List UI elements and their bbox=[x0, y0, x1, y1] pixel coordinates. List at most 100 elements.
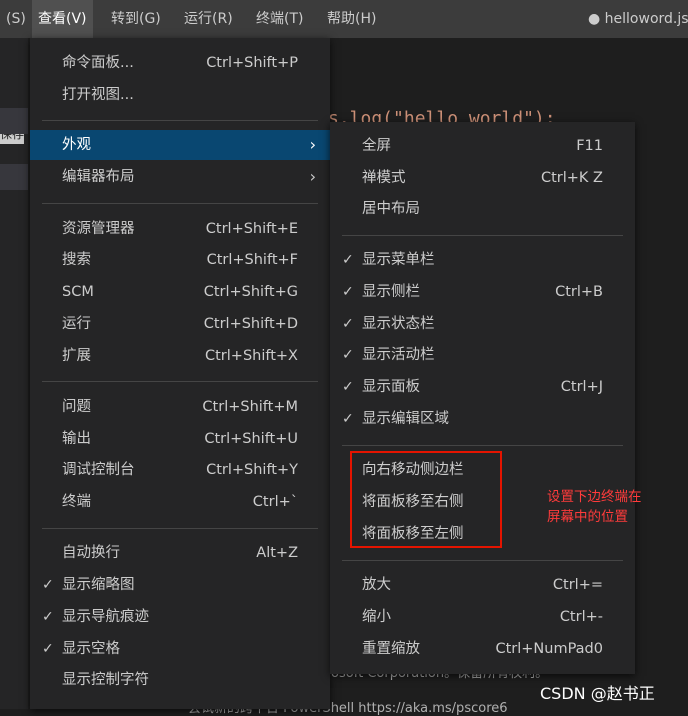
menu-item-label: 资源管理器 bbox=[62, 221, 135, 237]
menu-terminal[interactable]: 终端(T) bbox=[250, 0, 309, 38]
menu-item-label: 显示菜单栏 bbox=[362, 252, 435, 268]
menu-item-shortcut: Ctrl+` bbox=[252, 494, 298, 510]
window-title: ● helloword.js - bbox=[588, 11, 688, 27]
menu-item-explorer[interactable]: 资源管理器 Ctrl+Shift+E bbox=[30, 214, 330, 244]
check-icon: ✓ bbox=[342, 316, 354, 332]
menu-separator bbox=[42, 528, 318, 529]
menu-item-shortcut: Ctrl+Shift+E bbox=[205, 221, 298, 237]
menu-item-shortcut: Alt+Z bbox=[256, 545, 298, 561]
menu-item-render-control-characters[interactable]: 显示控制字符 bbox=[30, 665, 330, 695]
menu-item-label: 缩小 bbox=[362, 609, 391, 625]
side-bar: 保存 bbox=[0, 38, 28, 709]
menu-item-label: 显示空格 bbox=[62, 641, 120, 657]
menu-item-extensions[interactable]: 扩展 Ctrl+Shift+X bbox=[30, 341, 330, 371]
check-icon: ✓ bbox=[342, 284, 354, 300]
explorer-item[interactable] bbox=[0, 108, 28, 134]
menu-item-label: 显示状态栏 bbox=[362, 316, 435, 332]
menu-item-debug-console[interactable]: 调试控制台 Ctrl+Shift+Y bbox=[30, 455, 330, 485]
chevron-right-icon: › bbox=[309, 167, 316, 186]
menu-item-shortcut: Ctrl+Shift+U bbox=[204, 431, 298, 447]
menu-item-label: 显示导航痕迹 bbox=[62, 609, 149, 625]
menu-item-shortcut: Ctrl+Shift+G bbox=[203, 284, 298, 300]
menu-item-zoom-in[interactable]: 放大 Ctrl+= bbox=[330, 570, 635, 600]
menu-item-label: 显示缩略图 bbox=[62, 577, 135, 593]
menu-item-shortcut: Ctrl+J bbox=[560, 379, 603, 395]
menu-help[interactable]: 帮助(H) bbox=[321, 0, 382, 38]
menu-item-shortcut: Ctrl+B bbox=[555, 284, 603, 300]
view-menu: 命令面板... Ctrl+Shift+P 打开视图... 外观 › 编辑器布局 … bbox=[30, 38, 330, 709]
menu-item-label: 运行 bbox=[62, 316, 91, 332]
menu-item-show-status-bar[interactable]: ✓ 显示状态栏 bbox=[330, 309, 635, 339]
menu-item-label: 外观 bbox=[62, 137, 91, 153]
menu-item-shortcut: Ctrl+= bbox=[552, 577, 603, 593]
menu-separator bbox=[42, 381, 318, 382]
menu-item-show-breadcrumbs[interactable]: ✓ 显示导航痕迹 bbox=[30, 602, 330, 632]
menu-item-show-editor-area[interactable]: ✓ 显示编辑区域 bbox=[330, 404, 635, 434]
menu-item-shortcut: Ctrl+Shift+D bbox=[203, 316, 298, 332]
menu-run[interactable]: 运行(R) bbox=[178, 0, 239, 38]
menu-selection[interactable]: (S) bbox=[0, 0, 32, 38]
menu-item-label: 自动换行 bbox=[62, 545, 120, 561]
menu-item-shortcut: Ctrl+Shift+X bbox=[205, 348, 298, 364]
menu-item-search[interactable]: 搜索 Ctrl+Shift+F bbox=[30, 245, 330, 275]
menu-item-output[interactable]: 输出 Ctrl+Shift+U bbox=[30, 424, 330, 454]
menu-item-shortcut: Ctrl+NumPad0 bbox=[495, 641, 603, 657]
check-icon: ✓ bbox=[42, 641, 54, 657]
menu-item-editor-layout[interactable]: 编辑器布局 › bbox=[30, 162, 330, 192]
explorer-item[interactable] bbox=[0, 164, 28, 190]
watermark: CSDN @赵书正 bbox=[540, 684, 655, 703]
menu-item-terminal[interactable]: 终端 Ctrl+` bbox=[30, 487, 330, 517]
check-icon: ✓ bbox=[342, 379, 354, 395]
menu-item-appearance[interactable]: 外观 › bbox=[30, 130, 330, 160]
menu-item-zen-mode[interactable]: 禅模式 Ctrl+K Z bbox=[330, 163, 635, 193]
menu-item-label: 放大 bbox=[362, 577, 391, 593]
menu-item-render-whitespace[interactable]: ✓ 显示空格 bbox=[30, 634, 330, 664]
annotation-highlight-box bbox=[350, 451, 502, 548]
menu-item-label: 编辑器布局 bbox=[62, 169, 135, 185]
menu-item-command-palette[interactable]: 命令面板... Ctrl+Shift+P bbox=[30, 48, 330, 78]
menu-separator bbox=[342, 445, 623, 446]
menu-item-label: 重置缩放 bbox=[362, 641, 420, 657]
menu-item-word-wrap[interactable]: 自动换行 Alt+Z bbox=[30, 538, 330, 568]
menu-separator bbox=[42, 120, 318, 121]
menu-item-label: 居中布局 bbox=[362, 201, 420, 217]
menu-item-reset-zoom[interactable]: 重置缩放 Ctrl+NumPad0 bbox=[330, 634, 635, 664]
menu-item-label: SCM bbox=[62, 284, 94, 300]
appearance-submenu: 全屏 F11 禅模式 Ctrl+K Z 居中布局 ✓ 显示菜单栏 ✓ 显示侧栏 … bbox=[330, 122, 635, 674]
menu-item-label: 输出 bbox=[62, 431, 91, 447]
annotation-line: 设置下边终端在 bbox=[547, 489, 642, 505]
menu-item-shortcut: Ctrl+Shift+M bbox=[202, 399, 298, 415]
menu-item-show-sidebar[interactable]: ✓ 显示侧栏 Ctrl+B bbox=[330, 277, 635, 307]
menu-item-problems[interactable]: 问题 Ctrl+Shift+M bbox=[30, 392, 330, 422]
menu-item-show-panel[interactable]: ✓ 显示面板 Ctrl+J bbox=[330, 372, 635, 402]
menu-item-scm[interactable]: SCM Ctrl+Shift+G bbox=[30, 277, 330, 307]
menu-item-show-activity-bar[interactable]: ✓ 显示活动栏 bbox=[330, 340, 635, 370]
menu-item-show-menubar[interactable]: ✓ 显示菜单栏 bbox=[330, 245, 635, 275]
menu-item-full-screen[interactable]: 全屏 F11 bbox=[330, 131, 635, 161]
menu-item-open-view[interactable]: 打开视图... bbox=[30, 80, 330, 110]
menu-view[interactable]: 查看(V) bbox=[32, 0, 93, 38]
menu-separator bbox=[342, 560, 623, 561]
menu-item-shortcut: Ctrl+Shift+Y bbox=[206, 462, 298, 478]
menu-item-zoom-out[interactable]: 缩小 Ctrl+- bbox=[330, 602, 635, 632]
menu-item-label: 打开视图... bbox=[62, 87, 134, 103]
check-icon: ✓ bbox=[342, 411, 354, 427]
menu-item-shortcut: Ctrl+Shift+F bbox=[206, 252, 298, 268]
check-icon: ✓ bbox=[42, 577, 54, 593]
annotation-line: 屏幕中的位置 bbox=[547, 509, 628, 525]
menu-item-label: 搜索 bbox=[62, 252, 91, 268]
menu-item-centered-layout[interactable]: 居中布局 bbox=[330, 194, 635, 224]
menu-item-label: 显示侧栏 bbox=[362, 284, 420, 300]
chevron-right-icon: › bbox=[309, 135, 316, 154]
menu-item-run[interactable]: 运行 Ctrl+Shift+D bbox=[30, 309, 330, 339]
menu-item-label: 问题 bbox=[62, 399, 91, 415]
menu-go[interactable]: 转到(G) bbox=[105, 0, 167, 38]
menu-item-label: 显示面板 bbox=[362, 379, 420, 395]
menu-item-show-minimap[interactable]: ✓ 显示缩略图 bbox=[30, 570, 330, 600]
check-icon: ✓ bbox=[342, 252, 354, 268]
menu-item-label: 终端 bbox=[62, 494, 91, 510]
menu-item-shortcut: Ctrl+- bbox=[559, 609, 603, 625]
menu-item-shortcut: Ctrl+K Z bbox=[540, 170, 603, 186]
menu-item-label: 显示活动栏 bbox=[362, 347, 435, 363]
menu-item-shortcut: Ctrl+Shift+P bbox=[206, 55, 298, 71]
